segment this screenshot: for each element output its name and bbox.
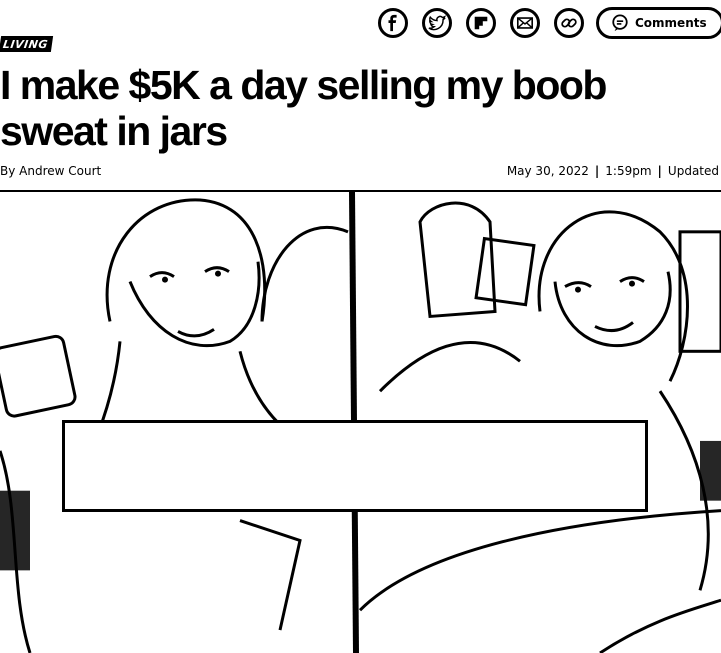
envelope-icon <box>516 17 534 29</box>
dateline: May 30, 2022 | 1:59pm | Updated <box>507 164 719 178</box>
share-bar: Comments <box>378 4 721 42</box>
twitter-icon <box>428 15 446 31</box>
flipboard-icon <box>474 16 488 30</box>
email-share-button[interactable] <box>510 8 540 38</box>
twitter-share-button[interactable] <box>422 8 452 38</box>
flipboard-share-button[interactable] <box>466 8 496 38</box>
publish-time: 1:59pm <box>605 164 652 178</box>
facebook-icon <box>388 14 397 32</box>
publish-date: May 30, 2022 <box>506 164 589 178</box>
updated-label: Updated <box>667 164 719 178</box>
section-tag[interactable]: LIVING <box>0 36 54 52</box>
link-icon <box>561 18 577 28</box>
comment-bubble-icon <box>612 14 628 32</box>
comments-button[interactable]: Comments <box>596 7 721 39</box>
byline: By Andrew Court <box>0 164 101 178</box>
facebook-share-button[interactable] <box>378 8 408 38</box>
comments-label: Comments <box>635 16 707 30</box>
date-separator: | <box>594 164 600 178</box>
author-link[interactable]: By Andrew Court <box>0 164 101 178</box>
article-headline: I make $5K a day selling my boob sweat i… <box>0 62 607 154</box>
date-separator: | <box>657 164 662 178</box>
censor-bar <box>62 420 648 512</box>
copy-link-button[interactable] <box>554 8 584 38</box>
